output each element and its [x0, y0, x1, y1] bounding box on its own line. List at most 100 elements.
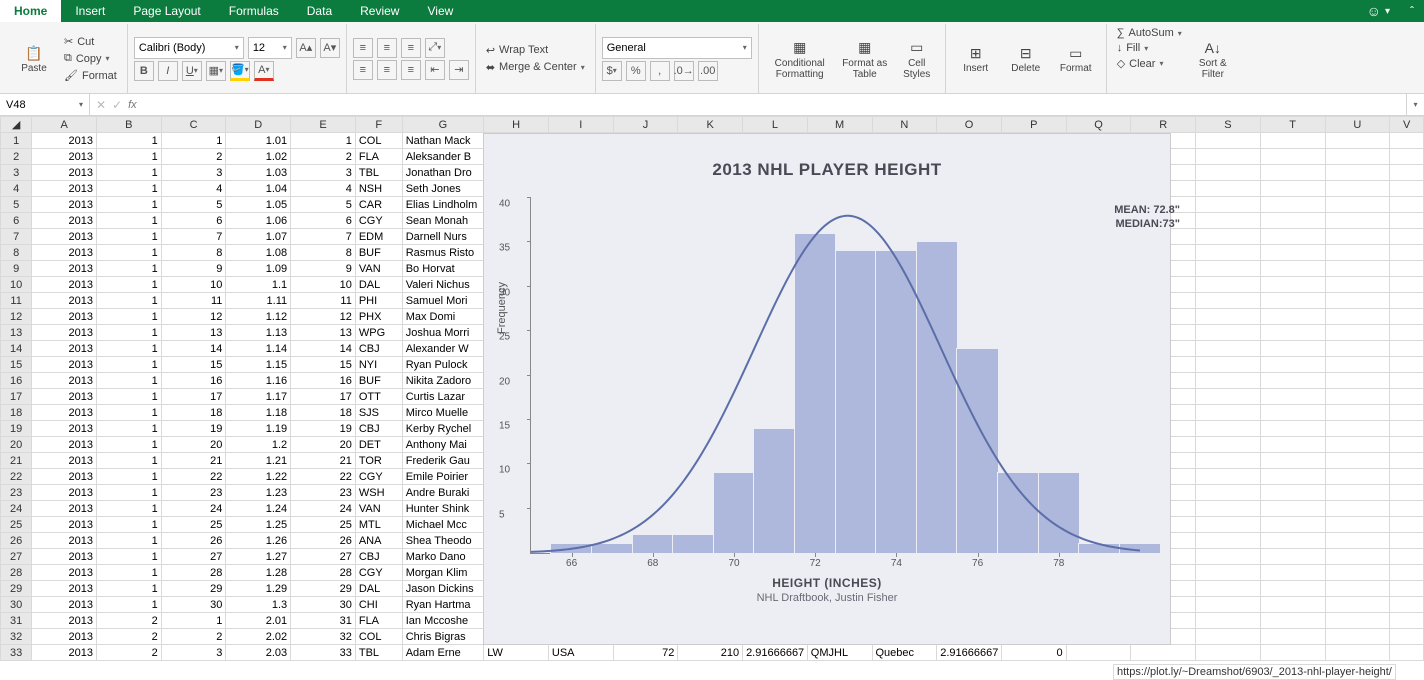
cell-U25[interactable] — [1325, 517, 1390, 533]
row-header-5[interactable]: 5 — [1, 197, 32, 213]
cell-U13[interactable] — [1325, 325, 1390, 341]
cell-A10[interactable]: 2013 — [32, 277, 97, 293]
cell-G31[interactable]: Ian Mccoshe — [402, 613, 483, 629]
cell-S23[interactable] — [1196, 485, 1261, 501]
cell-S27[interactable] — [1196, 549, 1261, 565]
col-header-D[interactable]: D — [226, 117, 291, 133]
cell-G18[interactable]: Mirco Muelle — [402, 405, 483, 421]
cell-P33[interactable]: 0 — [1001, 645, 1066, 661]
italic-button[interactable]: I — [158, 61, 178, 81]
cell-F19[interactable]: CBJ — [355, 421, 402, 437]
col-header-V[interactable]: V — [1390, 117, 1424, 133]
cell-C30[interactable]: 30 — [161, 597, 226, 613]
cell-C15[interactable]: 15 — [161, 357, 226, 373]
cell-B25[interactable]: 1 — [96, 517, 161, 533]
tab-view[interactable]: View — [413, 0, 467, 22]
row-header-17[interactable]: 17 — [1, 389, 32, 405]
cell-S7[interactable] — [1196, 229, 1261, 245]
format-painter-button[interactable]: 🖌Format — [60, 68, 121, 83]
cell-E23[interactable]: 23 — [291, 485, 356, 501]
align-bottom-button[interactable]: ≡ — [401, 38, 421, 58]
font-size-select[interactable]: 12▾ — [248, 37, 292, 59]
underline-button[interactable]: U▾ — [182, 61, 202, 81]
cell-V16[interactable] — [1390, 373, 1424, 389]
cell-B21[interactable]: 1 — [96, 453, 161, 469]
cell-G6[interactable]: Sean Monah — [402, 213, 483, 229]
font-color-button[interactable]: A▾ — [254, 61, 274, 81]
cell-B12[interactable]: 1 — [96, 309, 161, 325]
col-header-B[interactable]: B — [96, 117, 161, 133]
align-left-button[interactable]: ≡ — [353, 60, 373, 80]
cell-G22[interactable]: Emile Poirier — [402, 469, 483, 485]
cell-E3[interactable]: 3 — [291, 165, 356, 181]
cell-C23[interactable]: 23 — [161, 485, 226, 501]
cell-F3[interactable]: TBL — [355, 165, 402, 181]
decrease-indent-button[interactable]: ⇤ — [425, 60, 445, 80]
cell-A33[interactable]: 2013 — [32, 645, 97, 661]
cell-D3[interactable]: 1.03 — [226, 165, 291, 181]
cell-C33[interactable]: 3 — [161, 645, 226, 661]
cell-B3[interactable]: 1 — [96, 165, 161, 181]
cell-G30[interactable]: Ryan Hartma — [402, 597, 483, 613]
cell-C25[interactable]: 25 — [161, 517, 226, 533]
row-header-32[interactable]: 32 — [1, 629, 32, 645]
cell-T5[interactable] — [1260, 197, 1325, 213]
cell-T29[interactable] — [1260, 581, 1325, 597]
cell-A17[interactable]: 2013 — [32, 389, 97, 405]
cell-F8[interactable]: BUF — [355, 245, 402, 261]
cell-B8[interactable]: 1 — [96, 245, 161, 261]
cell-G9[interactable]: Bo Horvat — [402, 261, 483, 277]
cell-U4[interactable] — [1325, 181, 1390, 197]
cell-G13[interactable]: Joshua Morri — [402, 325, 483, 341]
cell-E7[interactable]: 7 — [291, 229, 356, 245]
cell-F13[interactable]: WPG — [355, 325, 402, 341]
cell-V21[interactable] — [1390, 453, 1424, 469]
cell-V31[interactable] — [1390, 613, 1424, 629]
cell-D8[interactable]: 1.08 — [226, 245, 291, 261]
cell-C28[interactable]: 28 — [161, 565, 226, 581]
cell-B22[interactable]: 1 — [96, 469, 161, 485]
cell-B32[interactable]: 2 — [96, 629, 161, 645]
cell-T33[interactable] — [1260, 645, 1325, 661]
cell-S17[interactable] — [1196, 389, 1261, 405]
increase-indent-button[interactable]: ⇥ — [449, 60, 469, 80]
cell-C26[interactable]: 26 — [161, 533, 226, 549]
cell-U33[interactable] — [1325, 645, 1390, 661]
cell-T17[interactable] — [1260, 389, 1325, 405]
cell-C31[interactable]: 1 — [161, 613, 226, 629]
cell-A13[interactable]: 2013 — [32, 325, 97, 341]
cell-V9[interactable] — [1390, 261, 1424, 277]
delete-cells-button[interactable]: ⊟Delete — [1002, 26, 1050, 91]
cell-T16[interactable] — [1260, 373, 1325, 389]
cell-C19[interactable]: 19 — [161, 421, 226, 437]
cell-T28[interactable] — [1260, 565, 1325, 581]
cell-U29[interactable] — [1325, 581, 1390, 597]
align-top-button[interactable]: ≡ — [353, 38, 373, 58]
cell-C32[interactable]: 2 — [161, 629, 226, 645]
cell-F4[interactable]: NSH — [355, 181, 402, 197]
cell-R33[interactable] — [1131, 645, 1196, 661]
cell-A21[interactable]: 2013 — [32, 453, 97, 469]
cell-T3[interactable] — [1260, 165, 1325, 181]
row-header-20[interactable]: 20 — [1, 437, 32, 453]
cell-A23[interactable]: 2013 — [32, 485, 97, 501]
row-header-4[interactable]: 4 — [1, 181, 32, 197]
cell-D30[interactable]: 1.3 — [226, 597, 291, 613]
cell-T19[interactable] — [1260, 421, 1325, 437]
col-header-T[interactable]: T — [1260, 117, 1325, 133]
row-header-12[interactable]: 12 — [1, 309, 32, 325]
cell-T24[interactable] — [1260, 501, 1325, 517]
cell-C9[interactable]: 9 — [161, 261, 226, 277]
cell-U5[interactable] — [1325, 197, 1390, 213]
cell-A20[interactable]: 2013 — [32, 437, 97, 453]
cell-U12[interactable] — [1325, 309, 1390, 325]
cell-B4[interactable]: 1 — [96, 181, 161, 197]
row-header-21[interactable]: 21 — [1, 453, 32, 469]
borders-button[interactable]: ▦▾ — [206, 61, 226, 81]
cell-V2[interactable] — [1390, 149, 1424, 165]
cell-A12[interactable]: 2013 — [32, 309, 97, 325]
cell-B18[interactable]: 1 — [96, 405, 161, 421]
cell-C17[interactable]: 17 — [161, 389, 226, 405]
cell-C8[interactable]: 8 — [161, 245, 226, 261]
cell-E33[interactable]: 33 — [291, 645, 356, 661]
